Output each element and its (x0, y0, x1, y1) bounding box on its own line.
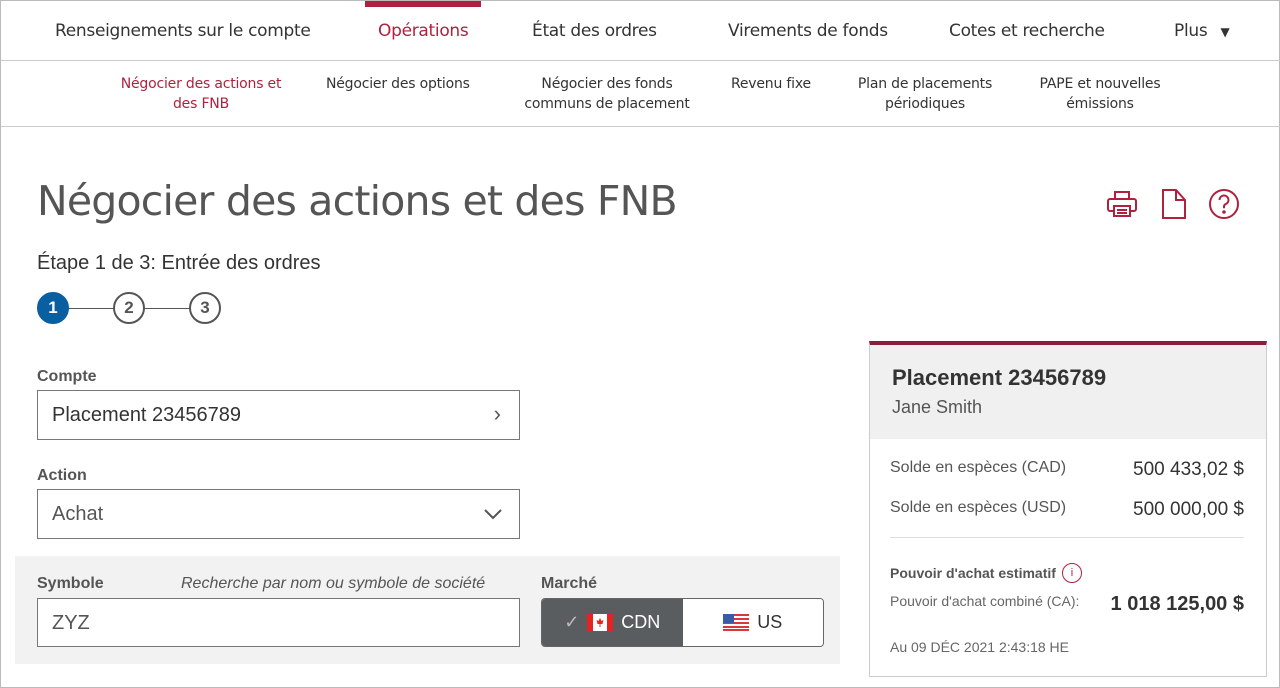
subnav-mutual-funds[interactable]: Négocier des fonds communs de placement (518, 74, 696, 114)
action-label: Action (37, 467, 87, 484)
subnav-periodic-plan[interactable]: Plan de placements périodiques (851, 74, 999, 114)
step-connector (67, 308, 117, 309)
tab-more[interactable]: Plus ▼ (1174, 21, 1230, 41)
market-option-cdn[interactable]: ✓ CDN (542, 599, 683, 646)
tab-operations[interactable]: Opérations (378, 21, 469, 41)
chevron-down-icon (484, 509, 502, 520)
tab-order-status[interactable]: État des ordres (532, 21, 657, 41)
chevron-right-icon: › (493, 401, 501, 426)
account-select[interactable]: Placement 23456789 › (37, 390, 520, 440)
step-label: Étape 1 de 3: Entrée des ordres (37, 252, 321, 274)
step-2: 2 (113, 292, 145, 324)
symbol-value: ZYZ (52, 612, 90, 634)
symbol-label: Symbole (37, 575, 104, 592)
step-connector (143, 308, 193, 309)
step-1: 1 (37, 292, 69, 324)
page-title: Négocier des actions et des FNB (37, 177, 678, 225)
help-icon[interactable] (1207, 187, 1241, 221)
market-label: Marché (541, 575, 598, 592)
buying-power-title: Pouvoir d'achat estimatif i (890, 563, 1082, 583)
cad-balance-row: Solde en espèces (CAD) 500 433,02 $ (890, 459, 1244, 481)
usd-label: Solde en espèces (USD) (890, 499, 1067, 516)
cad-label: Solde en espèces (CAD) (890, 459, 1067, 476)
action-select[interactable]: Achat (37, 489, 520, 539)
summary-title: Placement 23456789 (892, 365, 1107, 390)
cad-value: 500 433,02 $ (1133, 459, 1244, 480)
subnav-ipo[interactable]: PAPE et nouvelles émissions (1031, 74, 1169, 114)
check-icon: ✓ (564, 612, 580, 632)
us-flag-icon (723, 614, 750, 631)
symbol-hint: Recherche par nom ou symbole de société (181, 575, 486, 592)
bp-title-text: Pouvoir d'achat estimatif (890, 565, 1056, 581)
caret-down-icon: ▼ (1220, 25, 1230, 39)
usd-balance-row: Solde en espèces (USD) 500 000,00 $ (890, 499, 1244, 521)
sub-nav: Négocier des actions et des FNB Négocier… (1, 61, 1280, 127)
action-value: Achat (52, 503, 104, 525)
account-label: Compte (37, 368, 97, 385)
subnav-fixed-income[interactable]: Revenu fixe (731, 74, 811, 94)
info-icon[interactable]: i (1061, 563, 1082, 583)
bp-value: 1 018 125,00 $ (1110, 593, 1244, 615)
account-summary-card: Placement 23456789 Jane Smith Solde en e… (869, 341, 1267, 677)
as-of-timestamp: Au 09 DÉC 2021 2:43:18 HE (890, 639, 1070, 655)
market-option-us[interactable]: US (682, 599, 823, 646)
account-value: Placement 23456789 (52, 404, 242, 426)
more-label: Plus (1174, 21, 1208, 41)
document-icon[interactable] (1157, 187, 1191, 221)
top-nav: Renseignements sur le compte Opérations … (1, 1, 1280, 61)
tab-transfers[interactable]: Virements de fonds (728, 21, 888, 41)
tab-quotes[interactable]: Cotes et recherche (949, 21, 1105, 41)
tab-account-info[interactable]: Renseignements sur le compte (55, 21, 311, 41)
market-toggle: ✓ CDN US (541, 598, 824, 647)
summary-owner: Jane Smith (892, 397, 983, 417)
divider (890, 537, 1244, 538)
canada-flag-icon (587, 614, 614, 631)
printer-icon[interactable] (1105, 187, 1139, 221)
active-tab-indicator (365, 1, 481, 7)
cdn-label: CDN (621, 612, 661, 632)
subnav-stocks-etf[interactable]: Négocier des actions et des FNB (113, 74, 289, 114)
bp-label: Pouvoir d'achat combiné (CA): (890, 593, 1080, 609)
subnav-options[interactable]: Négocier des options (326, 74, 470, 94)
us-label: US (757, 612, 783, 632)
symbol-input[interactable]: ZYZ (37, 598, 520, 647)
step-3: 3 (189, 292, 221, 324)
usd-value: 500 000,00 $ (1133, 499, 1244, 520)
